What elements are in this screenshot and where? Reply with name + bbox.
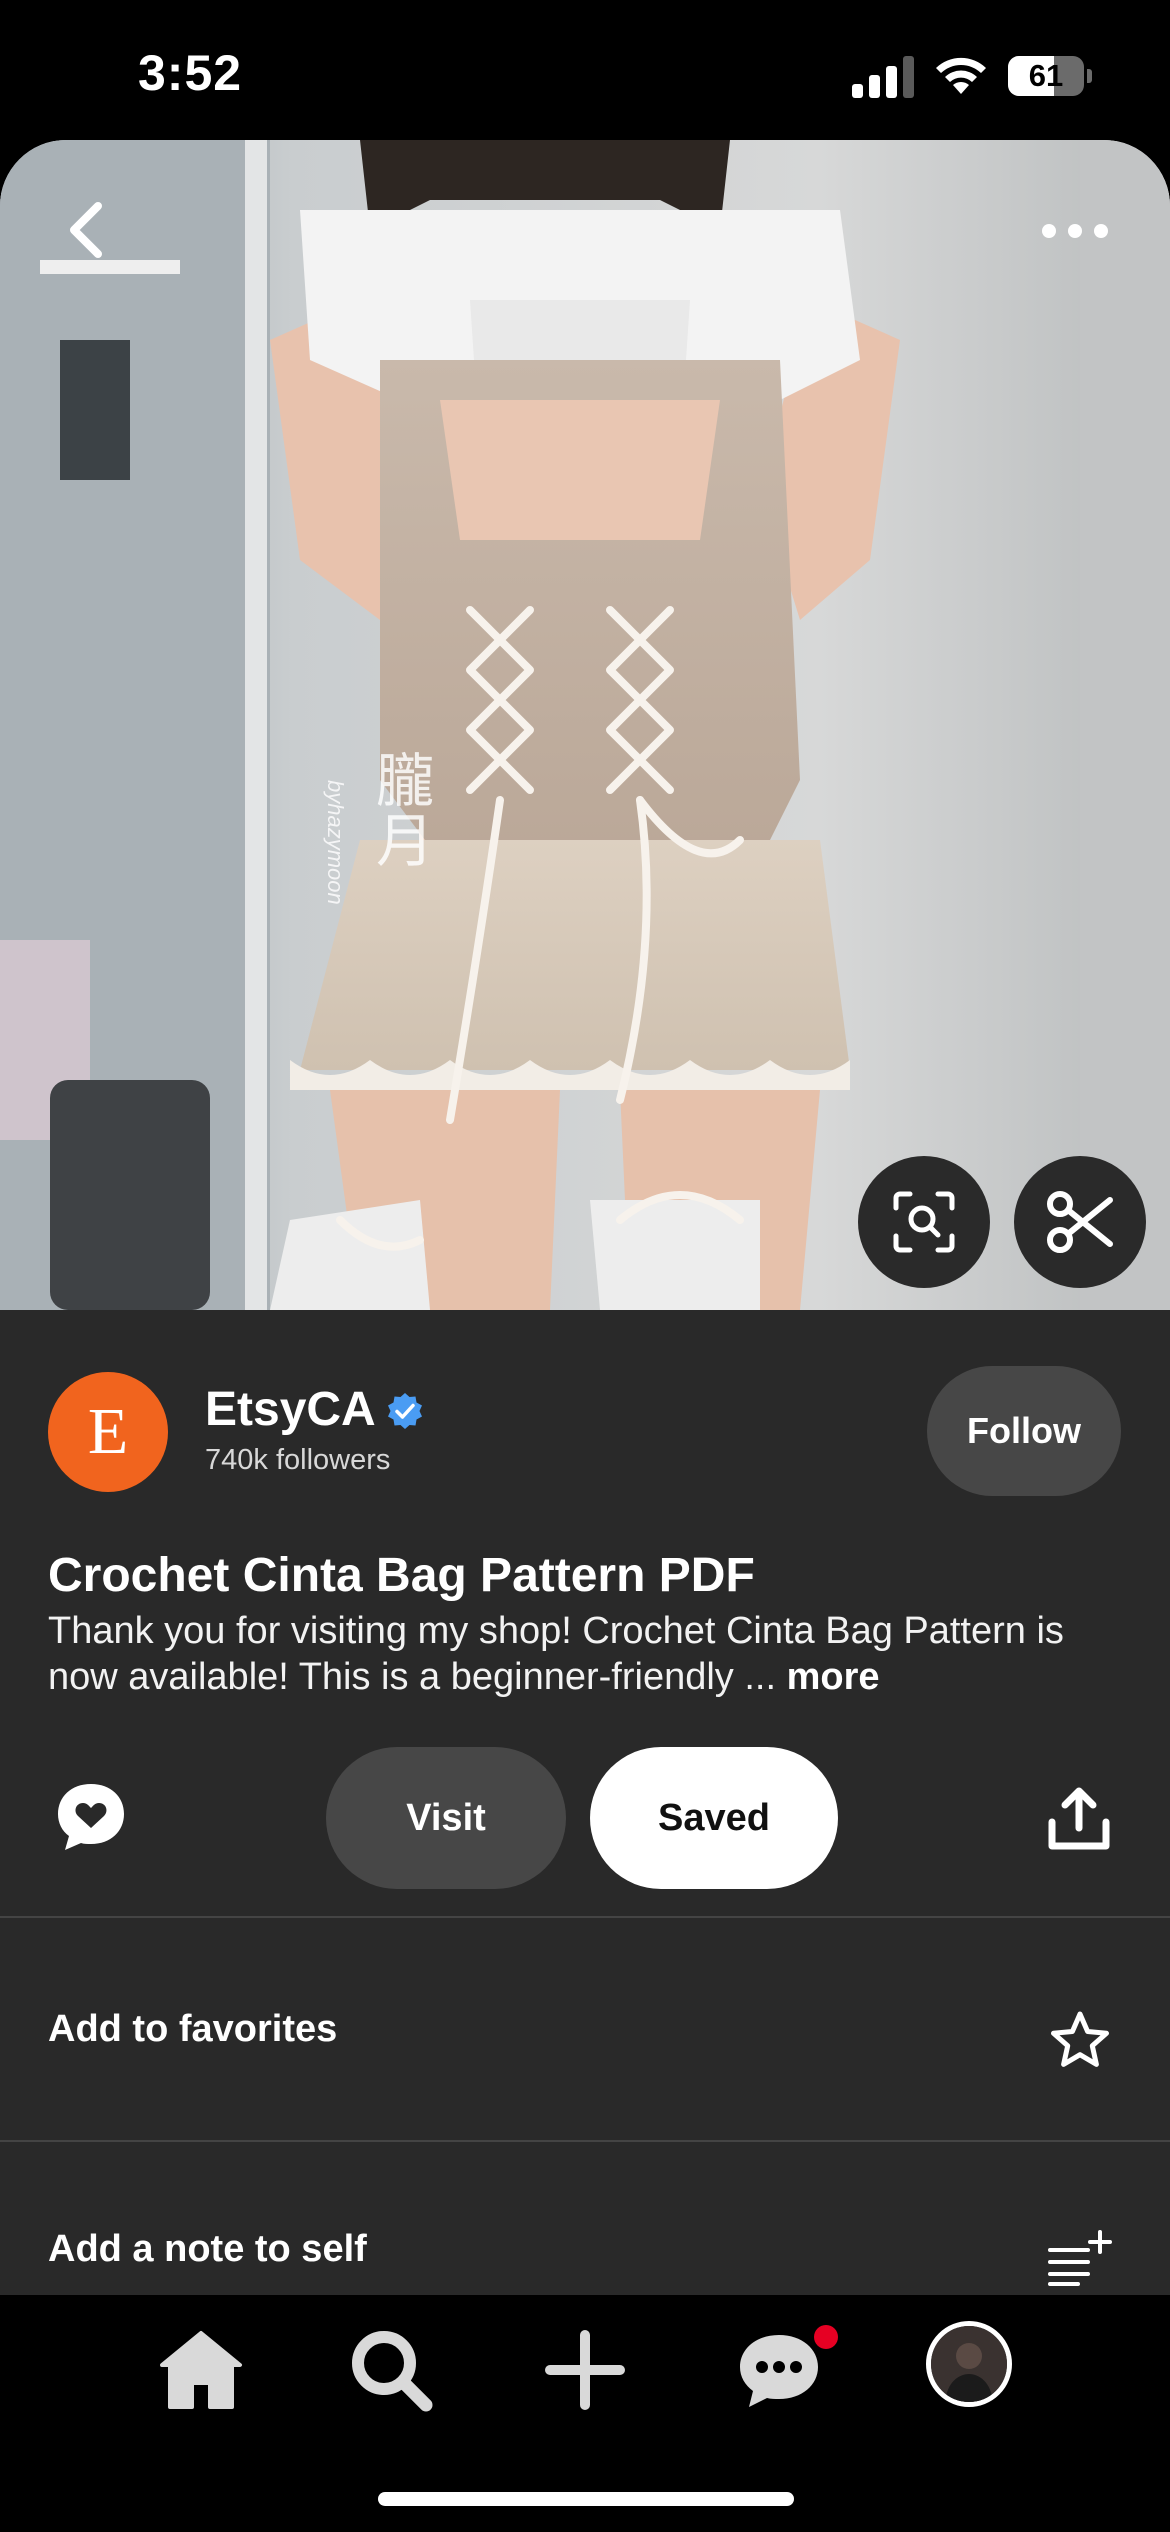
status-bar: 3:52 61 [0, 0, 1170, 140]
plus-icon [545, 2330, 625, 2410]
cutout-button[interactable] [1014, 1156, 1146, 1288]
search-icon [352, 2331, 433, 2412]
tab-messages[interactable] [734, 2325, 824, 2415]
notification-dot [814, 2325, 838, 2349]
comment-heart-icon[interactable] [54, 1780, 128, 1854]
visit-button[interactable]: Visit [326, 1747, 566, 1889]
add-to-favorites-label: Add to favorites [48, 2008, 338, 2050]
back-chevron-icon[interactable] [58, 200, 118, 260]
creator-avatar[interactable]: E [48, 1372, 168, 1492]
add-note-label: Add a note to self [48, 2228, 367, 2270]
add-to-favorites-row[interactable]: Add to favorites [0, 1918, 1170, 2140]
tab-home[interactable] [156, 2325, 246, 2415]
follow-button[interactable]: Follow [927, 1366, 1121, 1496]
pin-image[interactable]: 朧月 byhazymoon [0, 140, 1170, 1310]
bottom-tab-bar [0, 2295, 1170, 2532]
pin-details-panel: E EtsyCA 740k followers Follow Crochet C… [0, 1310, 1170, 2295]
pin-title: Crochet Cinta Bag Pattern PDF [48, 1549, 755, 1602]
image-watermark: 朧月 [366, 750, 434, 870]
visual-search-button[interactable] [858, 1156, 990, 1288]
profile-avatar-icon [931, 2326, 1007, 2402]
battery-icon: 61 [1008, 56, 1092, 96]
verified-badge-icon [388, 1393, 422, 1429]
follower-count: 740k followers [205, 1444, 391, 1476]
more-options-icon[interactable] [1040, 216, 1110, 246]
pin-description-text: Thank you for visiting my shop! Crochet … [48, 1610, 1064, 1698]
saved-button[interactable]: Saved [590, 1747, 838, 1889]
pin-photo-illustration [0, 140, 1170, 1310]
pin-description: Thank you for visiting my shop! Crochet … [48, 1608, 1128, 1700]
creator-name[interactable]: EtsyCA [205, 1382, 376, 1437]
scissors-icon [1047, 1191, 1113, 1253]
status-time: 3:52 [138, 45, 243, 101]
home-indicator [378, 2492, 794, 2506]
cellular-signal-icon [852, 56, 914, 98]
tab-profile[interactable] [926, 2321, 1012, 2407]
home-icon [160, 2331, 242, 2409]
add-note-icon [1048, 2230, 1112, 2286]
star-icon [1051, 2011, 1109, 2067]
more-link[interactable]: more [787, 1656, 880, 1698]
share-upload-icon[interactable] [1046, 1786, 1112, 1852]
add-note-row[interactable]: Add a note to self [0, 2142, 1170, 2295]
wifi-icon [936, 57, 986, 94]
tab-search[interactable] [346, 2325, 436, 2415]
visual-search-icon [893, 1191, 955, 1253]
battery-level: 61 [1028, 58, 1064, 93]
tab-create[interactable] [540, 2325, 630, 2415]
messages-icon [740, 2335, 818, 2407]
image-watermark-credit: byhazymoon [323, 780, 348, 905]
